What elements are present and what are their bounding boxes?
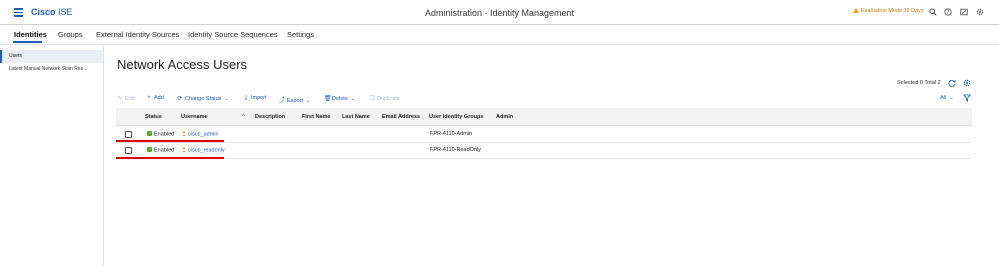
menu-icon[interactable]: [14, 8, 23, 17]
settings-icon[interactable]: [976, 8, 984, 16]
delete-button[interactable]: 🗑Delete ⌄: [324, 95, 355, 102]
plus-icon: +: [147, 95, 151, 101]
help-icon[interactable]: ?: [944, 8, 952, 16]
enabled-status-icon: [147, 131, 152, 136]
evaluation-badge[interactable]: Evaluation Mode 16 Days: [853, 8, 924, 14]
chevron-down-icon: ⌄: [305, 98, 311, 104]
add-button[interactable]: + Add: [146, 95, 164, 101]
column-header-username[interactable]: Username: [181, 114, 208, 120]
username-link[interactable]: cisco_admin: [182, 131, 219, 138]
row-checkbox[interactable]: [125, 131, 132, 138]
column-header-status[interactable]: Status: [145, 114, 162, 120]
edit-button[interactable]: ✎ Edit: [117, 95, 134, 102]
highlight-underline: [116, 140, 224, 142]
enabled-status-icon: [147, 147, 152, 152]
highlight-underline: [116, 157, 224, 159]
column-header-first-name[interactable]: First Name: [302, 114, 330, 120]
notifications-icon[interactable]: [960, 8, 968, 16]
column-header-email-address[interactable]: Email Address: [382, 114, 420, 120]
table-row[interactable]: Enabled cisco_readonly FPR-4110-ReadOnly: [116, 143, 972, 159]
export-icon: ⤴: [279, 98, 286, 104]
top-header: Cisco ISE Administration · Identity Mana…: [0, 0, 999, 25]
tab-groups[interactable]: Groups: [58, 30, 83, 39]
tab-settings[interactable]: Settings: [287, 30, 314, 39]
duplicate-icon: ❐: [369, 96, 375, 102]
status-cell: Enabled: [147, 147, 174, 154]
change-status-icon: ⟳: [177, 96, 183, 102]
page-title: Network Access Users: [117, 57, 248, 72]
table-header: Status Username ^ Description First Name…: [116, 108, 972, 126]
sort-ascending-icon[interactable]: ^: [242, 114, 245, 120]
column-header-user-identity-groups[interactable]: User Identity Groups: [429, 114, 483, 120]
table-settings-icon[interactable]: [963, 79, 971, 87]
user-icon: [182, 147, 186, 152]
tab-identity-source-sequences[interactable]: Identity Source Sequences: [188, 30, 278, 39]
identity-group-cell: FPR-4110-Admin: [430, 131, 473, 137]
chevron-down-icon: ⌄: [949, 95, 954, 101]
column-header-admin[interactable]: Admin: [496, 114, 513, 120]
duplicate-button[interactable]: ❐ Duplicate: [369, 95, 400, 102]
search-icon[interactable]: [929, 8, 937, 16]
user-icon: [182, 131, 186, 136]
refresh-icon[interactable]: [948, 79, 956, 87]
tab-bar: Identities Groups External Identity Sour…: [0, 25, 999, 45]
username-link[interactable]: cisco_readonly: [182, 147, 225, 154]
tab-external-identity-sources[interactable]: External Identity Sources: [96, 30, 179, 39]
export-button[interactable]: ⤴ Export ⌄: [279, 95, 310, 104]
tab-identities[interactable]: Identities: [14, 30, 47, 39]
brand-logo[interactable]: Cisco ISE: [31, 7, 73, 17]
column-header-last-name[interactable]: Last Name: [342, 114, 370, 120]
warning-icon: [853, 8, 859, 13]
selection-count: Selected 0 Total 2: [897, 80, 941, 86]
svg-text:?: ?: [947, 10, 950, 16]
page-heading: Administration · Identity Management: [424, 8, 575, 18]
chevron-down-icon: ⌄: [224, 96, 229, 102]
edit-icon: ✎: [117, 96, 123, 102]
sidebar-item-network-scan-results[interactable]: Latest Manual Network Scan Res...: [0, 63, 103, 76]
row-checkbox[interactable]: [125, 147, 132, 154]
trash-icon: 🗑: [324, 96, 332, 102]
sidebar-item-users[interactable]: Users: [0, 50, 103, 63]
import-icon: ⤓: [244, 95, 248, 101]
sidebar: Users Latest Manual Network Scan Res...: [0, 46, 104, 266]
active-tab-indicator: [13, 41, 42, 43]
filter-icon[interactable]: [963, 94, 971, 102]
identity-group-cell: FPR-4110-ReadOnly: [430, 147, 481, 153]
import-button[interactable]: ⤓ Import: [243, 95, 267, 102]
column-header-description[interactable]: Description: [255, 114, 285, 120]
change-status-button[interactable]: ⟳ Change Status ⌄: [177, 95, 229, 102]
status-cell: Enabled: [147, 131, 174, 138]
chevron-down-icon: ⌄: [350, 96, 356, 102]
table-row[interactable]: Enabled cisco_admin FPR-4110-Admin: [116, 127, 972, 143]
filter-select[interactable]: All ⌄: [940, 95, 954, 101]
